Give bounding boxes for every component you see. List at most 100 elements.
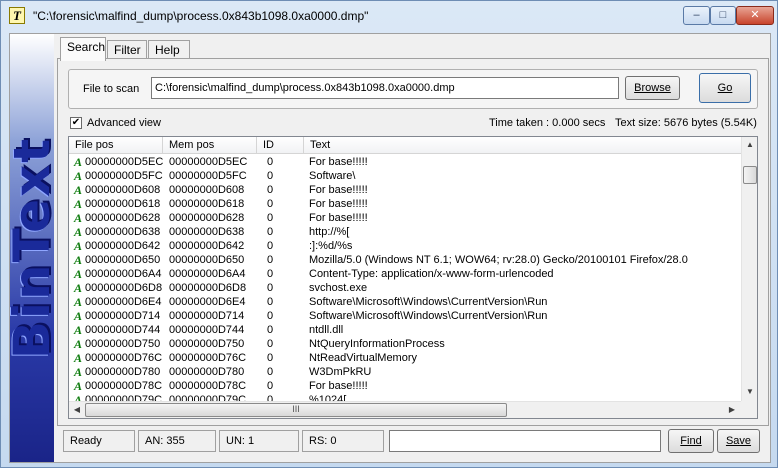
browse-button[interactable]: Browse bbox=[625, 76, 680, 100]
cell-file-pos: 00000000D618 bbox=[85, 198, 161, 210]
column-header-file-pos[interactable]: File pos bbox=[69, 137, 163, 154]
scroll-down-arrow-icon[interactable]: ▼ bbox=[742, 384, 757, 400]
table-row[interactable]: A 00000000D5FC 00000000D5FC 0 Software\ bbox=[69, 169, 741, 183]
ascii-string-icon: A bbox=[74, 393, 83, 401]
file-path-input[interactable] bbox=[151, 77, 619, 99]
cell-mem-pos: 00000000D76C bbox=[169, 352, 247, 364]
table-row[interactable]: A 00000000D750 00000000D750 0 NtQueryInforma… bbox=[69, 337, 741, 351]
cell-file-pos: 00000000D5FC bbox=[85, 170, 163, 182]
table-row[interactable]: A 00000000D78C 00000000D78C 0 For base!!!!! bbox=[69, 379, 741, 393]
table-row[interactable]: A 00000000D642 00000000D642 0:]:%d/%s bbox=[69, 239, 741, 253]
maximize-button[interactable]: □ bbox=[710, 6, 736, 25]
find-input[interactable] bbox=[389, 430, 661, 452]
column-header-mem-pos[interactable]: Mem pos bbox=[163, 137, 257, 154]
table-row[interactable]: A 00000000D76C 00000000D76C 0 NtReadVirtualM… bbox=[69, 351, 741, 365]
cell-text: http://%[ bbox=[309, 226, 350, 238]
save-button[interactable]: Save bbox=[717, 429, 760, 453]
cell-id: 0 bbox=[267, 170, 274, 182]
bintext-app-icon[interactable]: T bbox=[9, 7, 25, 24]
horizontal-scroll-thumb[interactable]: III bbox=[85, 403, 507, 417]
cell-mem-pos: 00000000D780 bbox=[169, 366, 245, 378]
ascii-string-icon: A bbox=[74, 351, 83, 365]
cell-text: Mozilla/5.0 (Windows NT 6.1; WOW64; rv:2… bbox=[309, 254, 688, 266]
cell-file-pos: 00000000D642 bbox=[85, 240, 161, 252]
cell-file-pos: 00000000D628 bbox=[85, 212, 161, 224]
ascii-string-icon: A bbox=[74, 197, 83, 211]
cell-file-pos: 00000000D76C bbox=[85, 352, 163, 364]
search-tab-panel: File to scan Browse Go ✔ Advanced view T… bbox=[57, 58, 769, 426]
ascii-string-icon: A bbox=[74, 239, 83, 253]
minimize-button[interactable]: – bbox=[683, 6, 710, 25]
tab-search[interactable]: Search bbox=[60, 37, 106, 61]
cell-file-pos: 00000000D714 bbox=[85, 310, 161, 322]
advanced-view-checkbox[interactable]: ✔ bbox=[70, 117, 82, 129]
save-button-label: Save bbox=[725, 435, 752, 447]
table-row[interactable]: A 00000000D628 00000000D628 0 For base!!!!! bbox=[69, 211, 741, 225]
column-header-id[interactable]: ID bbox=[257, 137, 304, 154]
ascii-string-icon: A bbox=[74, 379, 83, 393]
cell-id: 0 bbox=[267, 226, 274, 238]
cell-id: 0 bbox=[267, 240, 274, 252]
cell-file-pos: 00000000D6A4 bbox=[85, 268, 162, 280]
vertical-scroll-thumb[interactable] bbox=[743, 166, 757, 184]
table-row[interactable]: A 00000000D608 00000000D608 0 For base!!!!! bbox=[69, 183, 741, 197]
scroll-right-arrow-icon[interactable]: ▶ bbox=[724, 402, 740, 418]
cell-mem-pos: 00000000D628 bbox=[169, 212, 245, 224]
bintext-logo-text: BinText bbox=[10, 136, 54, 360]
tab-help[interactable]: Help bbox=[148, 40, 190, 60]
cell-text: :]:%d/%s bbox=[309, 240, 353, 252]
cell-text: svchost.exe bbox=[309, 282, 368, 294]
cell-id: 0 bbox=[267, 184, 274, 196]
cell-text: For base!!!!! bbox=[309, 184, 368, 196]
file-to-scan-label: File to scan bbox=[83, 83, 140, 95]
cell-id: 0 bbox=[267, 352, 274, 364]
cell-text: Content-Type: application/x-www-form-url… bbox=[309, 268, 554, 280]
cell-file-pos: 00000000D6E4 bbox=[85, 296, 162, 308]
title-bar[interactable]: T "C:\forensic\malfind_dump\process.0x84… bbox=[1, 1, 777, 33]
cell-mem-pos: 00000000D744 bbox=[169, 324, 245, 336]
scroll-left-arrow-icon[interactable]: ◀ bbox=[69, 402, 85, 418]
cell-mem-pos: 00000000D6A4 bbox=[169, 268, 246, 280]
table-row[interactable]: A 00000000D638 00000000D638 0 http://%[ bbox=[69, 225, 741, 239]
vertical-scrollbar[interactable]: ▲ ▼ bbox=[741, 137, 757, 401]
window-title: "C:\forensic\malfind_dump\process.0x843b… bbox=[33, 9, 369, 23]
cell-mem-pos: 00000000D638 bbox=[169, 226, 245, 238]
cell-text: NtQueryInformationProcess bbox=[309, 338, 445, 350]
table-row[interactable]: A 00000000D5EC 00000000D5EC 0 For base!!!!! bbox=[69, 155, 741, 169]
close-button[interactable]: ✕ bbox=[736, 6, 774, 25]
cell-id: 0 bbox=[267, 310, 274, 322]
table-row[interactable]: A 00000000D6E4 00000000D6E4 0 Software\Micro… bbox=[69, 295, 741, 309]
table-row[interactable]: A 00000000D618 00000000D618 0 For base!!!!! bbox=[69, 197, 741, 211]
ascii-string-icon: A bbox=[74, 337, 83, 351]
table-row[interactable]: A 00000000D6A4 00000000D6A4 0 Content-Type: … bbox=[69, 267, 741, 281]
cell-id: 0 bbox=[267, 380, 274, 392]
cell-id: 0 bbox=[267, 198, 274, 210]
status-un-count: UN: 1 bbox=[219, 430, 299, 452]
cell-text: Software\ bbox=[309, 170, 356, 182]
find-button[interactable]: Find bbox=[668, 429, 714, 453]
table-row[interactable]: A 00000000D744 00000000D744 0 ntdll.dll bbox=[69, 323, 741, 337]
column-header-text[interactable]: Text bbox=[304, 137, 741, 154]
table-row[interactable]: A 00000000D79C 00000000D79C 0 %1024[ bbox=[69, 393, 741, 401]
strings-list-view[interactable]: File pos Mem pos ID Text A 00000000D5EC 00… bbox=[68, 136, 758, 419]
cell-mem-pos: 00000000D618 bbox=[169, 198, 245, 210]
go-button[interactable]: Go bbox=[699, 73, 751, 103]
advanced-view-label[interactable]: Advanced view bbox=[87, 117, 161, 129]
bintext-banner: BinText bbox=[10, 34, 54, 462]
go-button-label: Go bbox=[717, 82, 733, 94]
cell-file-pos: 00000000D5EC bbox=[85, 156, 164, 168]
ascii-string-icon: A bbox=[74, 365, 83, 379]
horizontal-scrollbar[interactable]: ◀ III ▶ bbox=[69, 401, 741, 418]
scroll-up-arrow-icon[interactable]: ▲ bbox=[742, 137, 757, 153]
scrollbar-corner bbox=[741, 401, 757, 418]
tab-filter[interactable]: Filter bbox=[107, 40, 147, 60]
table-row[interactable]: A 00000000D6D8 00000000D6D8 0 svchost.exe bbox=[69, 281, 741, 295]
cell-file-pos: 00000000D638 bbox=[85, 226, 161, 238]
table-row[interactable]: A 00000000D650 00000000D650 0 Mozilla/5.0 (W… bbox=[69, 253, 741, 267]
cell-text: %1024[ bbox=[309, 394, 347, 401]
table-row[interactable]: A 00000000D714 00000000D714 0 Software\Micro… bbox=[69, 309, 741, 323]
cell-id: 0 bbox=[267, 212, 274, 224]
table-row[interactable]: A 00000000D780 00000000D780 0 W3DmPkRU bbox=[69, 365, 741, 379]
status-bar: Ready AN: 355 UN: 1 RS: 0 Find Save bbox=[57, 428, 769, 458]
status-rs-count: RS: 0 bbox=[302, 430, 384, 452]
